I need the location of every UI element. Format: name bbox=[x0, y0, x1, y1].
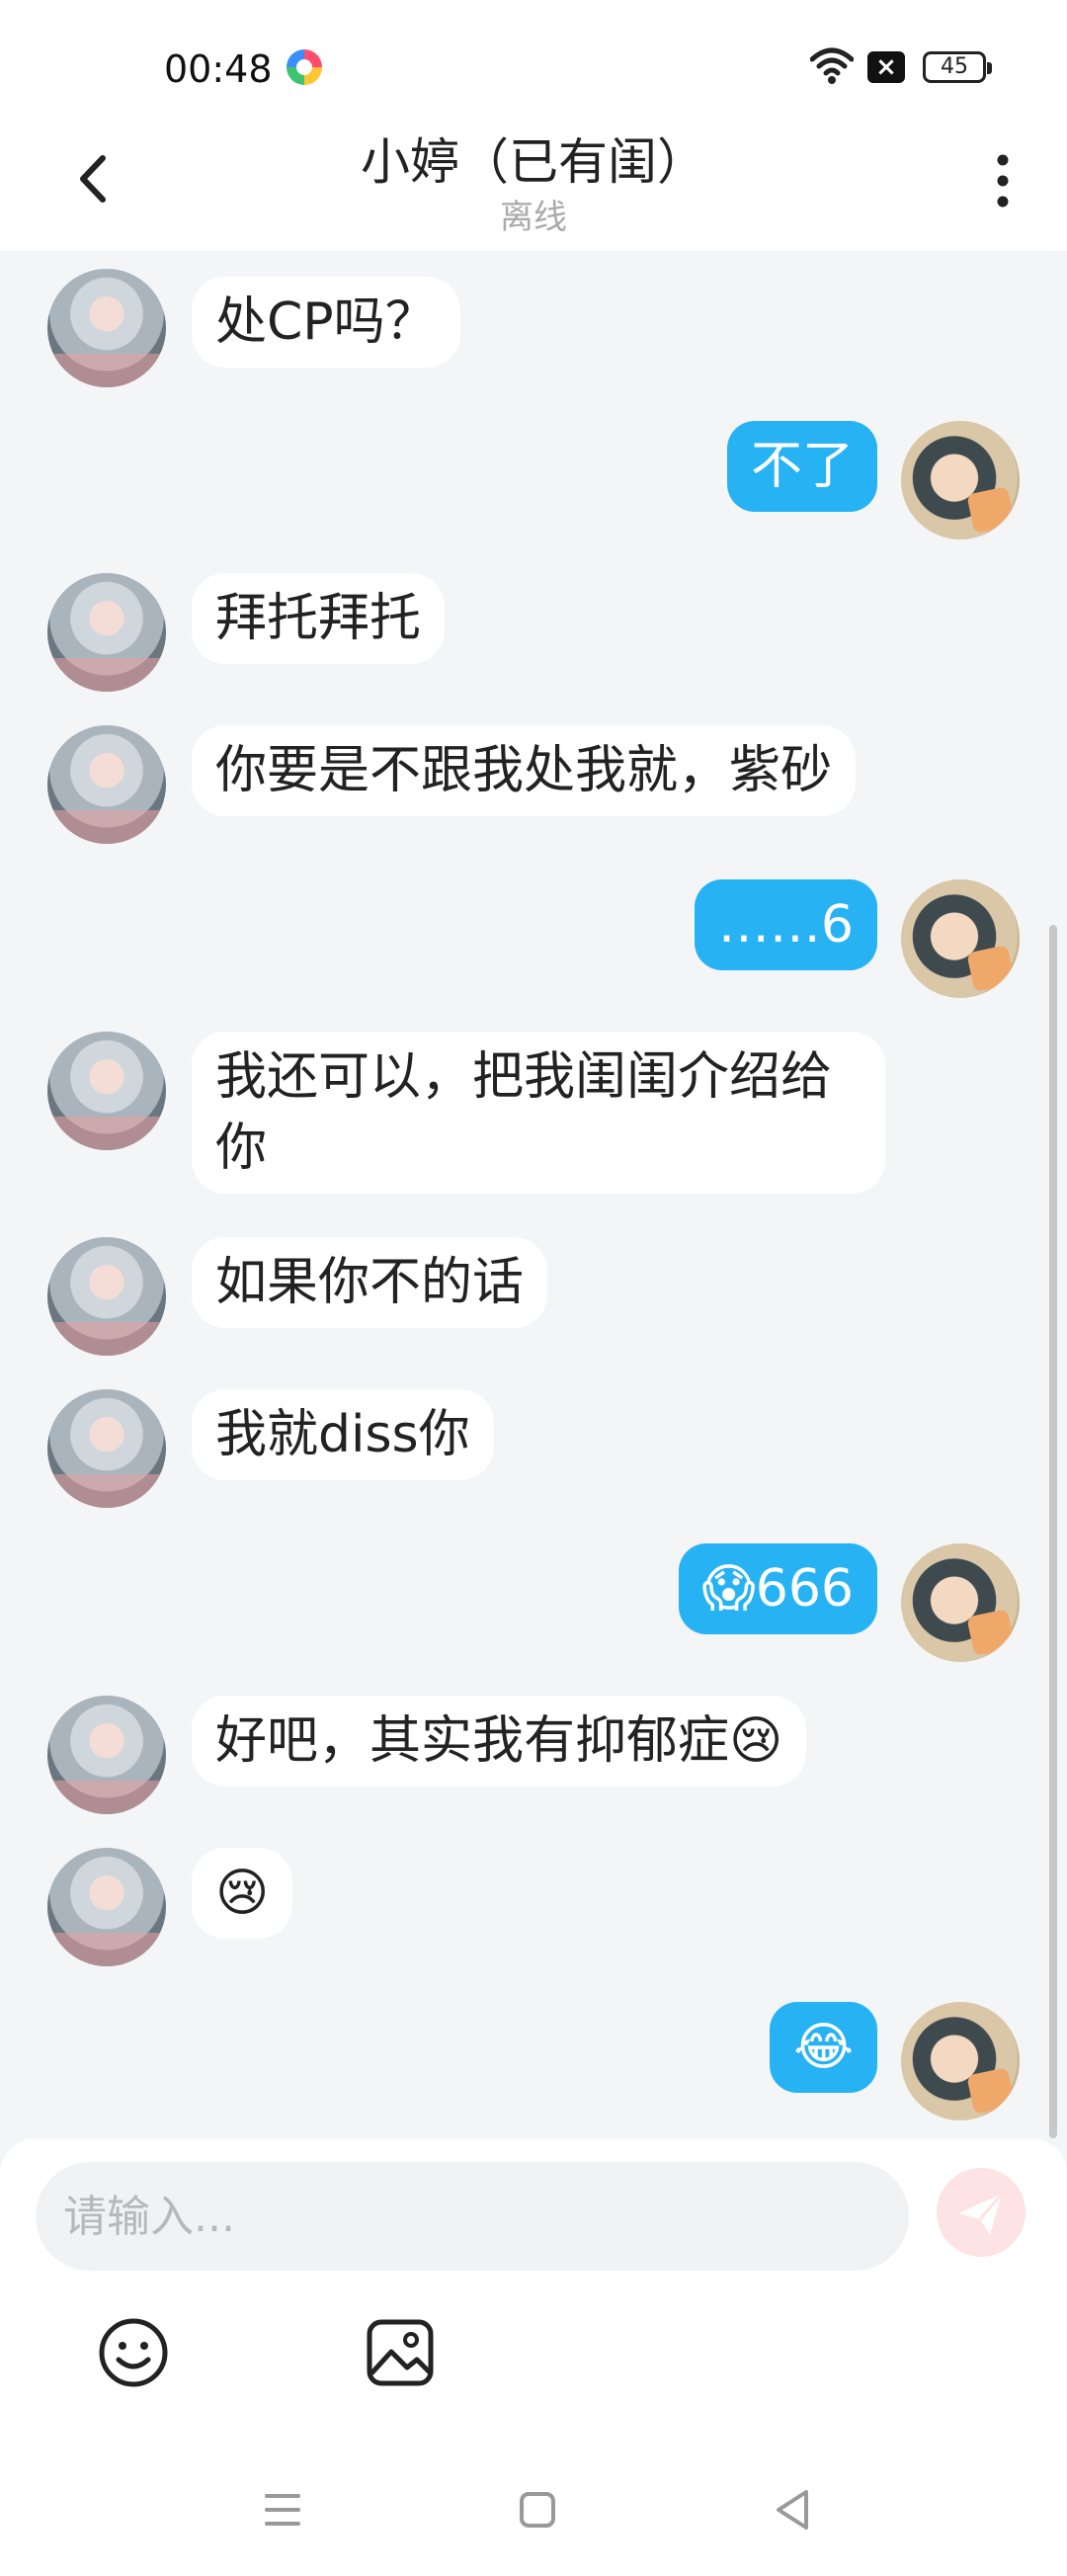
home-icon[interactable] bbox=[518, 2490, 557, 2530]
send-icon bbox=[958, 2193, 1004, 2235]
system-nav-bar bbox=[0, 2458, 1067, 2576]
incoming-message-bubble[interactable]: 我还可以，把我闺闺介绍给你 bbox=[192, 1032, 885, 1194]
sim-disabled-icon: × bbox=[867, 51, 905, 83]
contact-avatar[interactable] bbox=[47, 1696, 166, 1814]
battery-icon: 45 bbox=[923, 51, 992, 83]
outgoing-message-bubble[interactable]: 😂 bbox=[770, 2002, 877, 2093]
message-list[interactable]: 处CP吗？ 不了 拜托拜托 你要是不跟我处我就，紫砂 ……6 我还可以，把我闺闺… bbox=[0, 251, 1067, 2138]
contact-avatar[interactable] bbox=[47, 269, 166, 387]
outgoing-message-bubble[interactable]: 😱666 bbox=[678, 1543, 877, 1634]
incoming-message-bubble[interactable]: 拜托拜托 bbox=[192, 573, 446, 664]
more-vertical-icon[interactable] bbox=[978, 146, 1027, 215]
menu-icon[interactable] bbox=[263, 2490, 302, 2530]
incoming-message-bubble[interactable]: 你要是不跟我处我就，紫砂 bbox=[192, 725, 857, 816]
contact-avatar[interactable] bbox=[47, 1032, 166, 1150]
emoji-icon[interactable] bbox=[97, 2316, 170, 2389]
wifi-icon bbox=[810, 47, 854, 84]
scrollbar[interactable] bbox=[1049, 925, 1057, 2138]
my-avatar[interactable] bbox=[901, 879, 1020, 998]
contact-avatar[interactable] bbox=[47, 1389, 166, 1508]
send-button[interactable] bbox=[937, 2168, 1026, 2257]
incoming-message-bubble[interactable]: 😢 bbox=[192, 1848, 293, 1939]
image-icon[interactable] bbox=[364, 2316, 437, 2389]
status-bar: 00:48 × 45 bbox=[0, 0, 1067, 119]
back-triangle-icon[interactable] bbox=[773, 2488, 812, 2532]
contact-avatar[interactable] bbox=[47, 573, 166, 692]
contact-avatar[interactable] bbox=[47, 725, 166, 844]
my-avatar[interactable] bbox=[901, 421, 1020, 540]
app-notification-icon bbox=[287, 49, 322, 85]
chat-header: 小婷（已有闺） 离线 bbox=[0, 119, 1067, 251]
incoming-message-bubble[interactable]: 好吧，其实我有抑郁症😢 bbox=[192, 1696, 807, 1787]
incoming-message-bubble[interactable]: 处CP吗？ bbox=[192, 277, 460, 368]
contact-avatar[interactable] bbox=[47, 1237, 166, 1356]
my-avatar[interactable] bbox=[901, 2002, 1020, 2120]
outgoing-message-bubble[interactable]: 不了 bbox=[726, 421, 877, 512]
incoming-message-bubble[interactable]: 我就diss你 bbox=[192, 1389, 494, 1480]
incoming-message-bubble[interactable]: 如果你不的话 bbox=[192, 1237, 548, 1328]
contact-avatar[interactable] bbox=[47, 1848, 166, 1966]
status-time: 00:48 bbox=[164, 47, 273, 91]
message-input[interactable] bbox=[36, 2162, 909, 2271]
contact-name: 小婷（已有闺） bbox=[361, 133, 706, 191]
contact-status: 离线 bbox=[500, 198, 567, 237]
my-avatar[interactable] bbox=[901, 1543, 1020, 1662]
outgoing-message-bubble[interactable]: ……6 bbox=[694, 879, 877, 970]
